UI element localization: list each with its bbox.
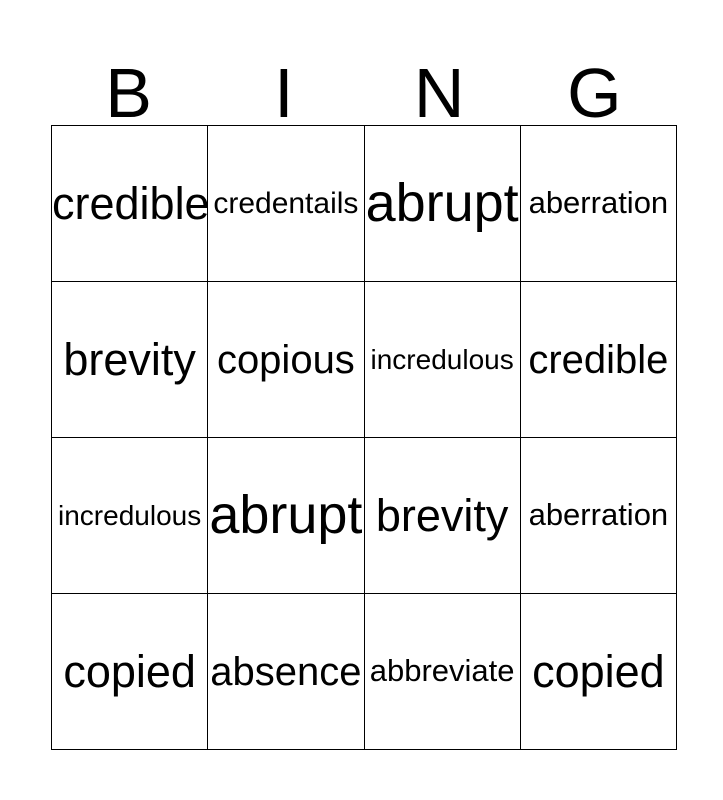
bingo-cell[interactable]: abrupt <box>363 125 521 282</box>
bingo-cell-word: abrupt <box>209 485 363 546</box>
bingo-cell[interactable]: copied <box>519 593 678 750</box>
bingo-card: B I N G credible credentails abrupt aber… <box>50 47 678 750</box>
bingo-cell[interactable]: incredulous <box>50 437 209 594</box>
bingo-cell-word: credible <box>528 337 669 382</box>
bingo-cell[interactable]: incredulous <box>363 281 521 438</box>
bingo-cell[interactable]: aberration <box>519 437 678 594</box>
bingo-cell[interactable]: copious <box>207 281 365 438</box>
bingo-cell-word: aberration <box>528 185 669 221</box>
bingo-cell[interactable]: aberration <box>519 125 678 282</box>
bingo-cell[interactable]: credible <box>519 281 678 438</box>
bingo-row: credible credentails abrupt aberration <box>50 125 678 282</box>
bingo-header: B I N G <box>51 47 672 132</box>
bingo-header-letter-g: G <box>567 53 622 132</box>
bingo-cell-word: credentails <box>213 186 359 220</box>
bingo-cell[interactable]: brevity <box>363 437 521 594</box>
bingo-cell[interactable]: abbreviate <box>363 593 521 750</box>
bingo-cell-word: brevity <box>63 333 196 385</box>
bingo-cell[interactable]: copied <box>50 593 209 750</box>
bingo-cell[interactable]: absence <box>207 593 365 750</box>
bingo-header-cell-4: G <box>517 47 672 132</box>
bingo-header-letter-n: N <box>413 53 465 132</box>
bingo-header-letter-b: B <box>105 53 152 132</box>
bingo-cell-word: copious <box>216 337 355 382</box>
bingo-row: incredulous abrupt brevity aberration <box>50 437 678 594</box>
bingo-header-letter-i: I <box>274 53 294 132</box>
bingo-cell[interactable]: abrupt <box>207 437 365 594</box>
bingo-grid: credible credentails abrupt aberration b… <box>50 125 678 750</box>
bingo-cell-word: aberration <box>528 497 669 533</box>
bingo-cell-word: brevity <box>375 489 509 541</box>
bingo-cell[interactable]: brevity <box>50 281 209 438</box>
bingo-cell-word: incredulous <box>370 343 514 375</box>
bingo-cell-word: copied <box>532 645 665 697</box>
bingo-row: copied absence abbreviate copied <box>50 593 678 750</box>
bingo-cell-word: abrupt <box>365 173 519 234</box>
bingo-cell-word: absence <box>210 649 362 694</box>
bingo-cell-word: credible <box>52 177 208 229</box>
bingo-header-cell-1: B <box>51 47 206 132</box>
bingo-cell-word: incredulous <box>58 499 202 531</box>
bingo-header-cell-3: N <box>362 47 517 132</box>
bingo-row: brevity copious incredulous credible <box>50 281 678 438</box>
bingo-cell-word: abbreviate <box>369 653 515 689</box>
bingo-cell-word: copied <box>63 645 196 697</box>
bingo-cell[interactable]: credible <box>50 125 209 282</box>
bingo-cell[interactable]: credentails <box>207 125 365 282</box>
bingo-header-cell-2: I <box>206 47 361 132</box>
